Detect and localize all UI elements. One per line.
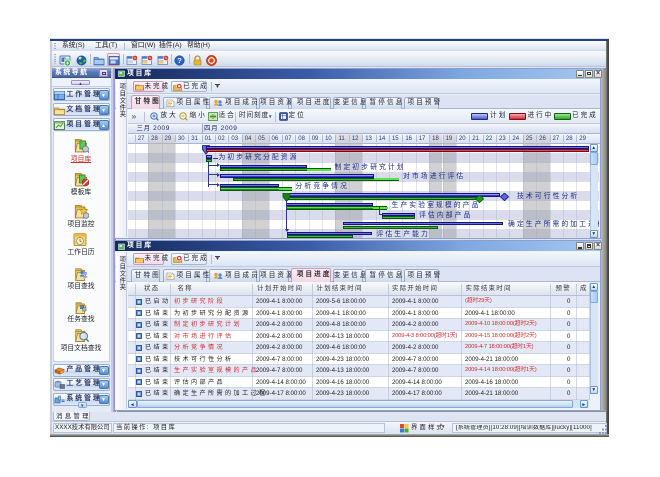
- svg-text:?: ?: [177, 56, 182, 65]
